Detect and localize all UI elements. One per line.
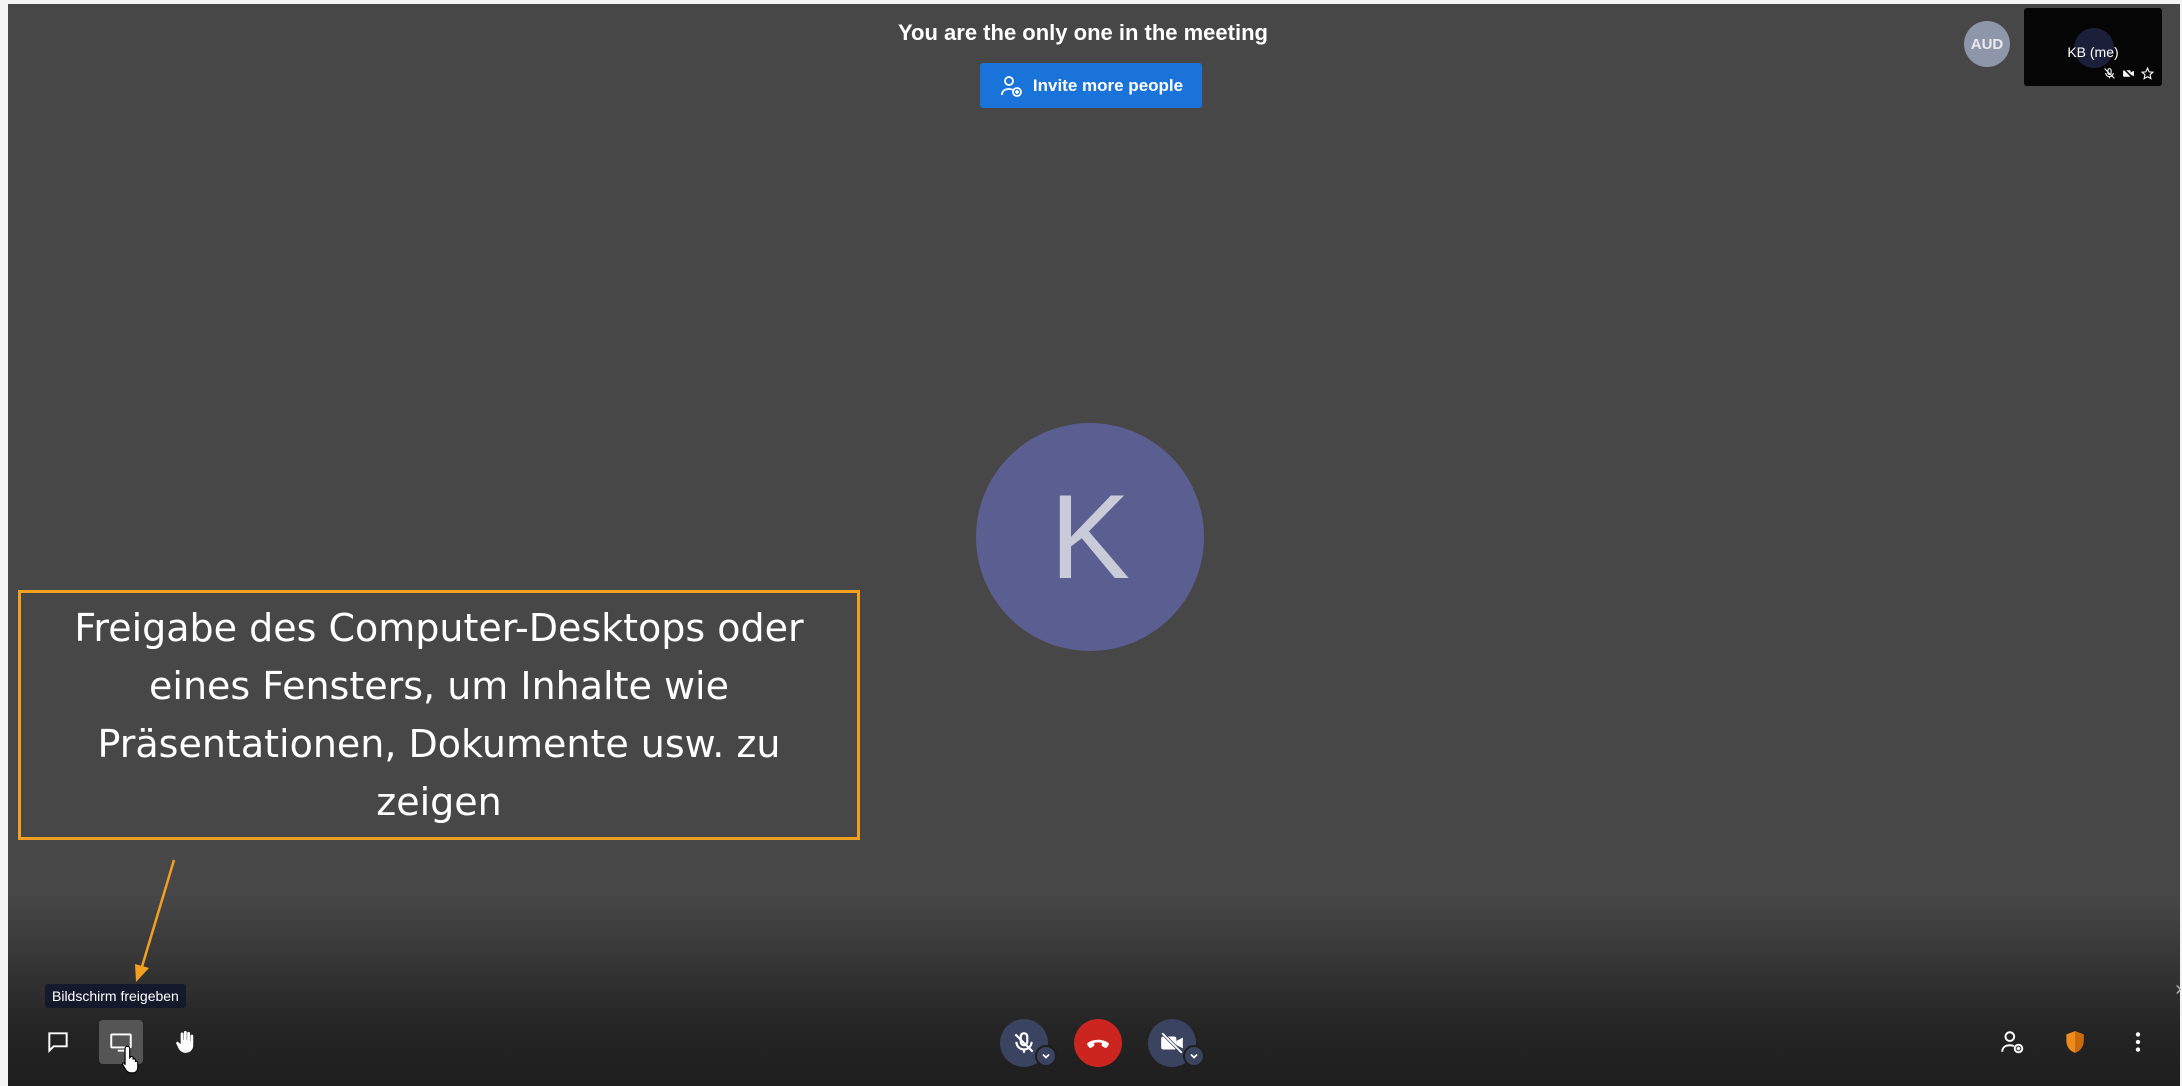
invite-more-people-button[interactable]: Invite more people: [980, 63, 1202, 108]
camera-options-chevron[interactable]: [1183, 1045, 1205, 1067]
screen-share-tooltip: Bildschirm freigeben: [45, 984, 186, 1008]
chat-button[interactable]: [36, 1020, 80, 1064]
main-participant-avatar: K: [976, 423, 1204, 651]
camera-off-icon: [1161, 1032, 1183, 1054]
raise-hand-icon: [176, 1030, 194, 1053]
camera-off-small-icon: [2122, 67, 2135, 80]
more-options-icon: [2135, 1032, 2141, 1052]
chat-icon: [48, 1032, 68, 1054]
add-person-icon: [1000, 75, 1022, 97]
participants-icon: [2001, 1031, 2024, 1054]
self-video-tile[interactable]: KB (me): [2024, 8, 2162, 86]
self-tile-status-icons: [2103, 67, 2154, 80]
microphone-options-chevron[interactable]: [1035, 1045, 1057, 1067]
hangup-button[interactable]: [1074, 1019, 1122, 1067]
mic-muted-small-icon: [2104, 68, 2115, 79]
raise-hand-button[interactable]: [163, 1020, 207, 1064]
star-icon: [2141, 67, 2154, 80]
more-options-button[interactable]: [2116, 1020, 2160, 1064]
hand-cursor-icon: [121, 1045, 139, 1074]
hangup-icon: [1087, 1039, 1109, 1048]
security-shield-icon: [2066, 1031, 2084, 1053]
self-tile-name: KB (me): [2067, 44, 2119, 60]
audio-participant-avatar[interactable]: AUD: [1964, 21, 2010, 67]
annotation-callout: Freigabe des Computer-Desktops oder eine…: [18, 590, 860, 840]
security-options-button[interactable]: [2053, 1020, 2097, 1064]
chevron-down-icon: [1042, 1053, 1050, 1059]
participants-button[interactable]: [1990, 1020, 2034, 1064]
meeting-status-title: You are the only one in the meeting: [898, 20, 1268, 45]
invite-button-label: Invite more people: [1032, 75, 1184, 95]
chevron-down-icon: [1190, 1053, 1198, 1059]
filmstrip-toggle-chevron-icon[interactable]: ›: [2175, 978, 2182, 1001]
mic-muted-icon: [1014, 1032, 1034, 1053]
